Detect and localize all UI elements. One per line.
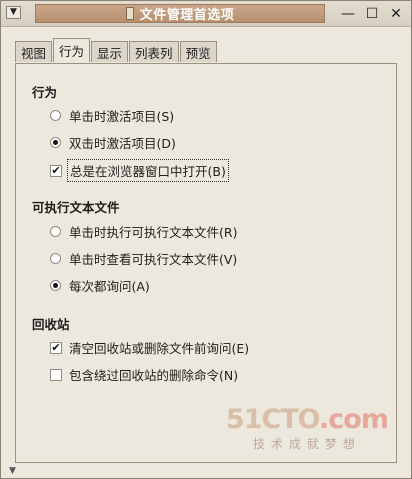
tab-preview[interactable]: 预览	[179, 41, 217, 62]
title-bar: ▼ 文件管理首选项 — ☐ ✕	[1, 1, 411, 27]
close-icon: ✕	[390, 5, 402, 22]
executable-section-title: 可执行文本文件	[32, 200, 120, 215]
always-browser-checkbox[interactable]: ✔	[50, 164, 62, 177]
confirm-empty-label: 清空回收站或删除文件前询问(E)	[69, 341, 250, 356]
exec-ask-option[interactable]: 每次都询问(A)	[50, 276, 150, 295]
confirm-empty-option[interactable]: ✔ 清空回收站或删除文件前询问(E)	[50, 338, 249, 357]
always-browser-option[interactable]: ✔ 总是在浏览器窗口中打开(B)	[50, 159, 229, 182]
watermark-logo: 51CTO.com	[225, 404, 389, 435]
window-bottom-edge: ▼	[1, 463, 411, 478]
exec-view-label: 单击时查看可执行文本文件(V)	[69, 252, 238, 267]
watermark-tagline: 技术成就梦想	[252, 437, 361, 451]
exec-view-radio[interactable]	[50, 253, 61, 264]
exec-ask-radio[interactable]	[50, 280, 61, 291]
preferences-window: ▼ 文件管理首选项 — ☐ ✕ 视图 行为 显示 列表列 预览 行为 单击时激活…	[0, 0, 412, 479]
watermark: 51CTO.com 技术成就梦想	[225, 404, 389, 452]
maximize-button[interactable]: ☐	[363, 5, 381, 22]
tab-bar: 视图 行为 显示 列表列 预览	[15, 38, 218, 63]
tab-label: 显示	[97, 45, 123, 61]
behavior-panel: 行为 单击时激活项目(S) 双击时激活项目(D) ✔ 总是在浏览器窗口中打开(B…	[15, 63, 397, 463]
tab-list-columns[interactable]: 列表列	[129, 41, 179, 62]
window-title-text: 文件管理首选项	[139, 8, 235, 23]
tab-label: 行为	[59, 44, 85, 59]
minimize-button[interactable]: —	[339, 5, 357, 22]
watermark-logo-prefix: 51CTO	[225, 404, 320, 435]
app-icon	[125, 7, 134, 20]
exec-run-label: 单击时执行可执行文本文件(R)	[69, 225, 238, 240]
include-delete-checkbox[interactable]	[50, 368, 62, 381]
include-delete-label: 包含绕过回收站的删除命令(N)	[69, 368, 239, 383]
window-title[interactable]: 文件管理首选项	[35, 4, 325, 23]
close-button[interactable]: ✕	[387, 5, 405, 22]
window-menu-button[interactable]: ▼	[6, 6, 21, 19]
always-browser-label: 总是在浏览器窗口中打开(B)	[67, 159, 229, 182]
include-delete-option[interactable]: 包含绕过回收站的删除命令(N)	[50, 365, 238, 384]
exec-ask-label: 每次都询问(A)	[69, 279, 150, 294]
watermark-logo-suffix: .com	[319, 404, 389, 435]
double-click-label: 双击时激活项目(D)	[69, 136, 176, 151]
tab-label: 视图	[21, 45, 47, 61]
tab-label: 预览	[185, 45, 211, 61]
maximize-icon: ☐	[365, 5, 379, 22]
exec-run-option[interactable]: 单击时执行可执行文本文件(R)	[50, 222, 237, 241]
confirm-empty-checkbox[interactable]: ✔	[50, 341, 62, 354]
double-click-option[interactable]: 双击时激活项目(D)	[50, 133, 176, 152]
behavior-section-title: 行为	[32, 85, 58, 100]
tab-display[interactable]: 显示	[91, 41, 129, 62]
tab-view[interactable]: 视图	[15, 41, 53, 62]
resize-arrow-icon[interactable]: ▼	[9, 466, 16, 476]
single-click-radio[interactable]	[50, 110, 61, 121]
chevron-down-icon: ▼	[10, 7, 17, 17]
single-click-option[interactable]: 单击时激活项目(S)	[50, 106, 174, 125]
double-click-radio[interactable]	[50, 137, 61, 148]
tab-behavior[interactable]: 行为	[53, 38, 91, 62]
single-click-label: 单击时激活项目(S)	[69, 109, 175, 124]
exec-view-option[interactable]: 单击时查看可执行文本文件(V)	[50, 249, 237, 268]
exec-run-radio[interactable]	[50, 226, 61, 237]
trash-section-title: 回收站	[32, 317, 70, 332]
tab-label: 列表列	[135, 45, 173, 61]
minimize-icon: —	[341, 5, 355, 22]
